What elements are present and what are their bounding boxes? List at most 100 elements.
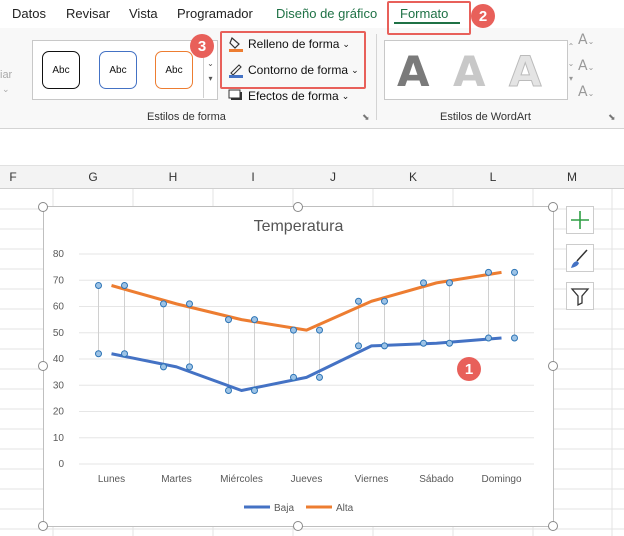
- wordart-gallery-scrollbar[interactable]: ⌃ ⌄ ▾: [566, 40, 576, 98]
- wordart-group-label: Estilos de WordArt: [440, 111, 531, 123]
- text-outline-icon[interactable]: A⌄: [578, 58, 594, 74]
- wordart-style-light[interactable]: A: [453, 47, 486, 96]
- shape-style-black-label: Abc: [52, 64, 70, 76]
- step-badge-2: 2: [471, 4, 495, 28]
- data-point-marker: [355, 342, 362, 350]
- shape-style-orange-label: Abc: [165, 64, 183, 76]
- column-headers: F G H I J K L M: [0, 166, 624, 189]
- shape-style-black[interactable]: Abc: [42, 51, 80, 89]
- dialog-launcher-icon[interactable]: ⬊: [362, 112, 370, 123]
- y-tick-label: 80: [53, 249, 65, 260]
- data-point-marker: [160, 300, 167, 308]
- shape-style-blue-label: Abc: [109, 64, 127, 76]
- y-tick-label: 10: [53, 433, 65, 444]
- shape-effects-button[interactable]: Efectos de forma ⌄: [228, 88, 349, 104]
- column-header-f[interactable]: F: [0, 170, 53, 184]
- shape-style-orange[interactable]: Abc: [155, 51, 193, 89]
- data-point-marker: [485, 268, 492, 276]
- x-tick-label: Sábado: [419, 474, 454, 485]
- scroll-up-icon[interactable]: ⌃: [566, 42, 576, 51]
- wordart-style-gray[interactable]: A: [397, 47, 430, 96]
- resize-handle[interactable]: [293, 521, 303, 531]
- data-point-marker: [485, 334, 492, 342]
- step-badge-3: 3: [190, 34, 214, 58]
- chart-styles-button[interactable]: [566, 244, 594, 272]
- data-point-marker: [95, 350, 102, 358]
- y-tick-label: 30: [53, 380, 65, 391]
- data-point-marker: [186, 363, 193, 371]
- column-header-k[interactable]: K: [373, 170, 453, 184]
- shape-effects-icon: [228, 88, 244, 104]
- group-divider: [376, 34, 377, 120]
- shape-style-blue[interactable]: Abc: [99, 51, 137, 89]
- series-line-baja: [111, 336, 502, 392]
- formula-bar-area: [0, 129, 624, 166]
- text-fill-icon[interactable]: A⌄: [578, 32, 594, 48]
- y-tick-label: 20: [53, 407, 65, 418]
- x-tick-label: Viernes: [355, 474, 389, 485]
- data-point-marker: [160, 363, 167, 371]
- resize-handle[interactable]: [38, 361, 48, 371]
- chart-filter-button[interactable]: [566, 282, 594, 310]
- resize-handle[interactable]: [548, 202, 558, 212]
- tab-datos[interactable]: Datos: [12, 6, 46, 21]
- data-point-marker: [186, 300, 193, 308]
- data-point-marker: [511, 334, 518, 342]
- formato-tab-highlight: [387, 1, 471, 35]
- resize-handle[interactable]: [38, 521, 48, 531]
- data-point-marker: [446, 339, 453, 347]
- shape-effects-label: Efectos de forma: [248, 89, 339, 103]
- text-effects-icon[interactable]: A⌄: [578, 84, 594, 100]
- resize-handle[interactable]: [38, 202, 48, 212]
- wordart-style-outline[interactable]: A: [509, 47, 543, 97]
- tab-programador[interactable]: Programador: [177, 6, 253, 21]
- data-point-marker: [381, 342, 388, 350]
- chart-elements-plus-icon: [571, 211, 589, 229]
- y-tick-label: 50: [53, 328, 65, 339]
- chevron-down-icon: ⌄: [2, 84, 10, 94]
- resize-handle[interactable]: [548, 521, 558, 531]
- data-point-marker: [251, 387, 258, 394]
- legend-label: Baja: [274, 503, 294, 514]
- data-point-marker: [290, 373, 297, 381]
- x-tick-label: Miércoles: [220, 474, 263, 485]
- data-point-marker: [511, 268, 518, 276]
- y-tick-label: 40: [53, 354, 65, 365]
- data-point-marker: [316, 373, 323, 381]
- ribbon-tab-bar: Datos Revisar Vista Programador Diseño d…: [0, 0, 624, 28]
- x-tick-label: Domingo: [481, 474, 521, 485]
- data-point-marker: [420, 279, 427, 287]
- data-point-marker: [121, 282, 128, 289]
- column-header-l[interactable]: L: [453, 170, 533, 184]
- scroll-down-icon[interactable]: ⌄: [566, 59, 576, 68]
- chart-elements-button[interactable]: [566, 206, 594, 234]
- resize-handle[interactable]: [293, 202, 303, 212]
- x-tick-label: Martes: [161, 474, 192, 485]
- data-point-marker: [355, 297, 362, 305]
- data-point-marker: [316, 326, 323, 334]
- dialog-launcher-icon[interactable]: ⬊: [608, 112, 616, 123]
- column-header-g[interactable]: G: [53, 170, 133, 184]
- tab-revisar[interactable]: Revisar: [66, 6, 110, 21]
- column-header-m[interactable]: M: [532, 170, 612, 184]
- column-header-j[interactable]: J: [293, 170, 373, 184]
- data-point-marker: [225, 387, 232, 394]
- shape-styles-group-label: Estilos de forma: [147, 111, 226, 123]
- data-point-marker: [290, 326, 297, 334]
- resize-handle[interactable]: [548, 361, 558, 371]
- data-point-marker: [381, 297, 388, 305]
- data-point-marker: [446, 279, 453, 287]
- column-header-i[interactable]: I: [213, 170, 293, 184]
- tab-vista[interactable]: Vista: [129, 6, 158, 21]
- scroll-down-icon[interactable]: ⌄: [204, 59, 217, 68]
- data-point-marker: [225, 316, 232, 324]
- gallery-more-icon[interactable]: ▾: [204, 74, 217, 83]
- gallery-more-icon[interactable]: ▾: [566, 74, 576, 83]
- column-header-h[interactable]: H: [133, 170, 213, 184]
- y-tick-label: 0: [58, 459, 64, 470]
- data-point-marker: [420, 339, 427, 347]
- step-badge-1: 1: [457, 357, 481, 381]
- x-tick-label: Lunes: [98, 474, 125, 485]
- y-tick-label: 70: [53, 275, 65, 286]
- tab-diseno-de-grafico[interactable]: Diseño de gráfico: [276, 6, 377, 21]
